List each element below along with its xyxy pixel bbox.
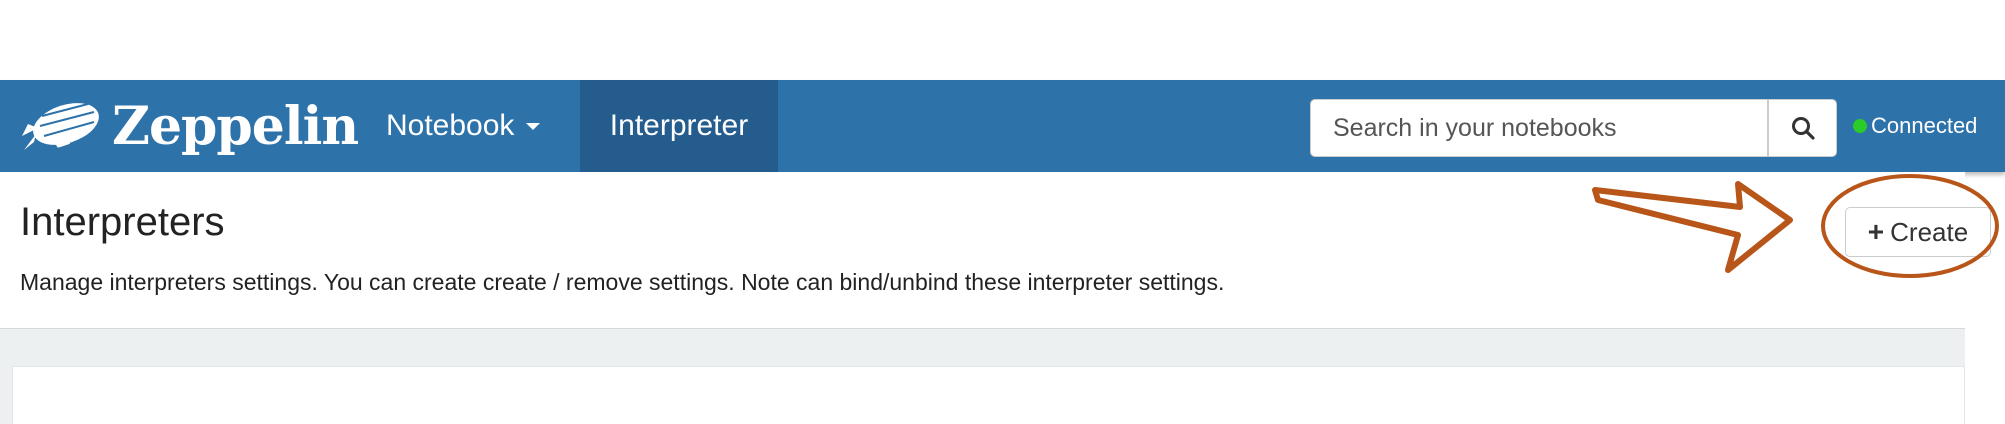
- status-dot-icon: [1853, 119, 1867, 133]
- nav-interpreter-label: Interpreter: [609, 109, 749, 142]
- interpreter-list-panel: [12, 366, 1965, 424]
- create-interpreter-button[interactable]: + Create: [1845, 207, 1991, 257]
- nav-interpreter[interactable]: Interpreter: [580, 80, 778, 172]
- caret-down-icon: [526, 122, 541, 130]
- create-button-label: Create: [1890, 216, 1969, 247]
- search-button[interactable]: [1768, 99, 1837, 157]
- notebook-search: [1310, 99, 1837, 157]
- zeppelin-logo-icon: [22, 103, 99, 150]
- navbar: Zeppelin Notebook Interpreter Connected: [0, 80, 2005, 172]
- status-label: Connected: [1871, 113, 1978, 138]
- page-header: [0, 172, 1965, 329]
- search-input[interactable]: [1310, 99, 1768, 157]
- nav-notebook-label: Notebook: [386, 109, 515, 142]
- page-title: Interpreters: [20, 200, 225, 244]
- nav-notebook-dropdown[interactable]: Notebook: [372, 80, 554, 172]
- plus-icon: +: [1867, 216, 1885, 247]
- page-description: Manage interpreters settings. You can cr…: [20, 269, 1225, 295]
- brand-name: Zeppelin: [112, 95, 359, 157]
- connection-status: Connected: [1853, 80, 1977, 172]
- brand-link[interactable]: Zeppelin: [18, 80, 359, 172]
- search-icon: [1791, 117, 1815, 140]
